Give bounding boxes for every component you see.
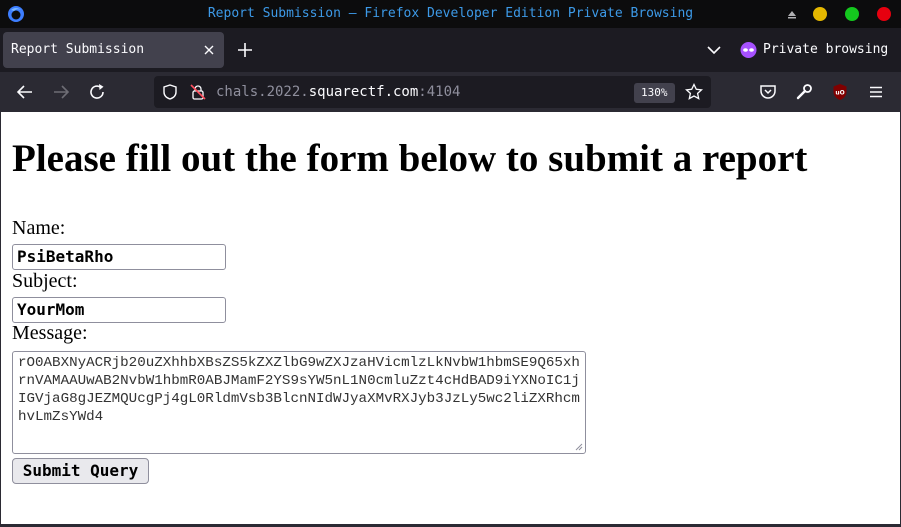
back-arrow-icon[interactable] xyxy=(15,82,35,102)
tab-label: Report Submission xyxy=(11,42,145,57)
private-browsing-mask-icon xyxy=(740,42,757,58)
message-label: Message: xyxy=(12,322,88,344)
svg-text:uO: uO xyxy=(835,90,844,97)
url-host: squarectf.com xyxy=(308,84,419,100)
navigation-toolbar: chals.2022.squarectf.com:4104 130% uO xyxy=(0,72,901,112)
name-label: Name: xyxy=(12,217,66,239)
minimize-button[interactable] xyxy=(813,7,827,21)
message-textarea[interactable]: rO0ABXNyACRjb20uZXhhbXBsZS5kZXZlbG9wZXJz… xyxy=(12,351,586,454)
subject-label: Subject: xyxy=(12,270,78,292)
address-bar[interactable]: chals.2022.squarectf.com:4104 130% xyxy=(154,76,711,108)
tab-report-submission[interactable]: Report Submission xyxy=(3,32,224,68)
page-content: Please fill out the form below to submit… xyxy=(0,112,901,527)
insecure-lock-icon[interactable] xyxy=(190,84,206,100)
message-text: rO0ABXNyACRjb20uZXhhbXBsZS5kZXZlbG9wZXJz… xyxy=(18,355,580,425)
developer-tools-wrench-icon[interactable] xyxy=(794,82,814,102)
bookmark-star-icon[interactable] xyxy=(685,83,703,101)
window-title: Report Submission — Firefox Developer Ed… xyxy=(207,6,694,21)
submit-query-button[interactable]: Submit Query xyxy=(12,458,149,484)
tab-strip: Report Submission Private browsing xyxy=(0,28,901,72)
subject-input[interactable]: YourMom xyxy=(12,297,226,323)
window-menu-arrow-icon[interactable] xyxy=(786,8,798,20)
url-prefix: chals.2022. xyxy=(216,84,309,100)
close-tab-icon[interactable] xyxy=(202,43,216,57)
new-tab-plus-icon[interactable] xyxy=(236,41,254,59)
ublock-origin-extension-icon[interactable]: uO xyxy=(830,82,850,102)
zoom-level-button[interactable]: 130% xyxy=(634,83,675,103)
name-input[interactable]: PsiBetaRho xyxy=(12,244,226,270)
maximize-button[interactable] xyxy=(845,7,859,21)
url-suffix: :4104 xyxy=(418,84,461,100)
hamburger-menu-icon[interactable] xyxy=(866,82,886,102)
reload-icon[interactable] xyxy=(87,82,107,102)
url-text[interactable]: chals.2022.squarectf.com:4104 xyxy=(216,76,460,108)
page-heading: Please fill out the form below to submit… xyxy=(12,137,808,180)
pocket-icon[interactable] xyxy=(758,82,778,102)
forward-arrow-icon[interactable] xyxy=(51,82,71,102)
resize-grip-icon[interactable] xyxy=(573,441,583,451)
close-window-button[interactable] xyxy=(877,7,891,21)
title-bar: Report Submission — Firefox Developer Ed… xyxy=(0,0,901,28)
tracking-protection-shield-icon[interactable] xyxy=(162,84,178,100)
list-all-tabs-chevron-down-icon[interactable] xyxy=(706,42,722,58)
private-browsing-label: Private browsing xyxy=(763,42,889,57)
